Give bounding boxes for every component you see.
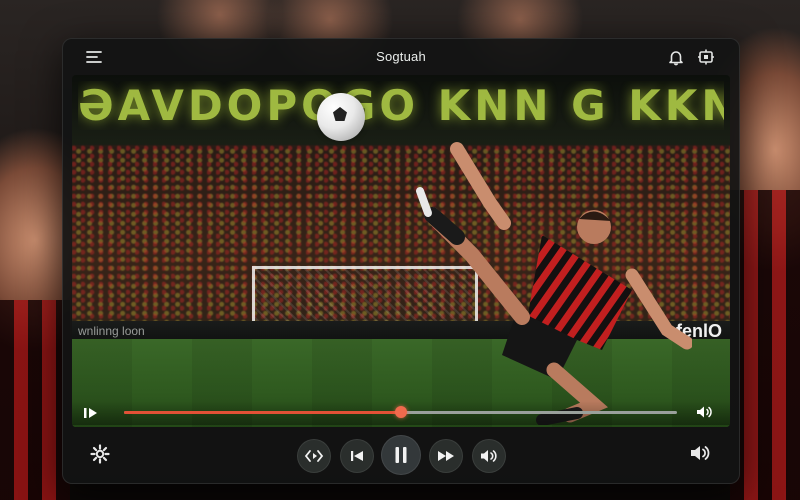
title-bar: Sogtuah [63,39,739,75]
gear-icon[interactable] [89,443,111,465]
seek-bar-progress [124,411,401,414]
ad-board-left-text: wnlinng loon [78,324,145,338]
player-figure [416,142,692,425]
volume-icon [480,448,498,464]
forward-button[interactable] [429,439,463,473]
volume-icon[interactable] [689,442,711,464]
skip-previous-icon [350,450,364,462]
replay-button[interactable] [297,439,331,473]
video-player-window: Sogtuah ƏAVDOPOGO KNN G KKNX KEUQ wnlinn… [62,38,740,484]
seek-bar[interactable] [124,406,677,418]
previous-button[interactable] [340,439,374,473]
volume-icon[interactable] [695,403,713,421]
playback-controls [63,435,739,479]
background-fan-left [0,300,70,500]
pip-icon[interactable] [697,48,715,66]
pause-button[interactable] [381,435,421,475]
play-pause-icon[interactable] [83,406,99,420]
pause-icon [394,446,408,464]
fast-forward-icon [437,450,455,462]
replay-icon [304,449,324,463]
volume-button[interactable] [472,439,506,473]
video-frame[interactable]: ƏAVDOPOGO KNN G KKNX KEUQ wnlinng loon f… [72,75,730,427]
background-fan-right [730,190,800,500]
seek-bar-thumb[interactable] [394,406,407,418]
bell-icon[interactable] [667,48,685,66]
window-title: Sogtuah [376,49,426,64]
